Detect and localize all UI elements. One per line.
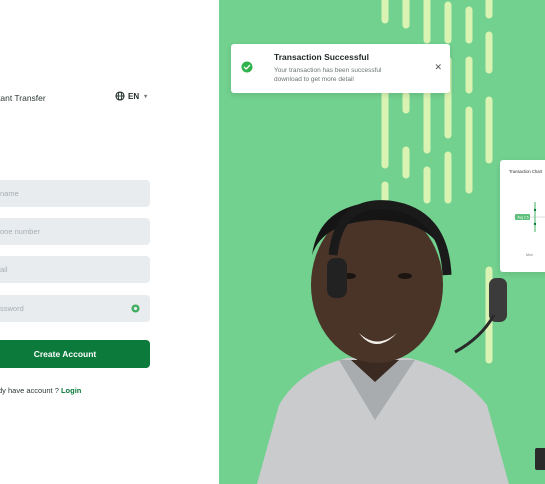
email-input[interactable]: ail <box>0 256 150 283</box>
transaction-chart-card: Transaction Chart Avg 2.5 Mon <box>500 160 545 272</box>
check-circle-icon <box>241 61 253 73</box>
password-placeholder: ssword <box>0 304 24 313</box>
phone-placeholder: one number <box>0 227 41 236</box>
login-link[interactable]: Login <box>61 386 81 395</box>
hero-panel: Transaction Successful Your transaction … <box>219 0 545 484</box>
close-icon[interactable]: ✕ <box>434 63 442 72</box>
create-account-button[interactable]: Create Account <box>0 340 150 368</box>
phone-input[interactable]: one number <box>0 218 150 245</box>
chevron-down-icon: ▾ <box>144 93 148 100</box>
login-prompt: dy have account ? Login <box>0 386 81 395</box>
chart-value-label: Avg 2.5 <box>518 216 529 220</box>
chart-axis-label: Mon <box>526 253 533 257</box>
name-input[interactable]: name <box>0 180 150 207</box>
signup-panel: tant Transfer EN ▾ name one number ail s… <box>0 0 219 484</box>
toast-message: Your transaction has been successful dow… <box>274 67 382 83</box>
language-label: EN <box>128 91 140 101</box>
eye-icon[interactable] <box>131 304 140 313</box>
language-selector[interactable]: EN ▾ <box>115 91 147 101</box>
dark-edge-tab <box>535 448 545 470</box>
toast-title: Transaction Successful <box>274 52 369 62</box>
password-input[interactable]: ssword <box>0 295 150 322</box>
app-tagline: tant Transfer <box>0 93 46 103</box>
mini-chart: Avg 2.5 <box>514 202 545 232</box>
name-placeholder: name <box>0 189 19 198</box>
login-prompt-text: dy have account ? <box>0 386 61 395</box>
email-placeholder: ail <box>0 265 8 274</box>
globe-icon <box>115 91 125 101</box>
transaction-toast: Transaction Successful Your transaction … <box>231 44 450 93</box>
